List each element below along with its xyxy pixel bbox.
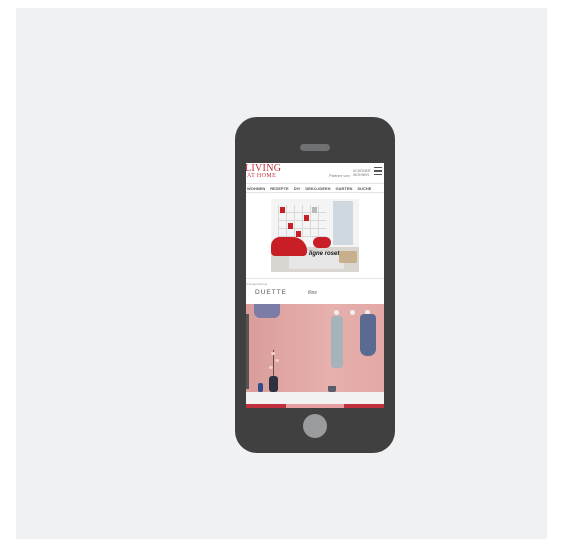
article-hero-image[interactable]	[246, 304, 384, 404]
ad-book	[296, 231, 301, 237]
nav-item-suche[interactable]: SUCHE	[357, 186, 371, 191]
ad-book	[288, 223, 293, 229]
ad-sofa	[271, 237, 307, 256]
photo-bag	[360, 314, 376, 356]
site-header: LIVING AT HOME Partner von SCHÖNER WOHNE…	[246, 163, 384, 183]
ad-armchair	[313, 237, 331, 248]
home-button-icon[interactable]	[303, 414, 327, 438]
canvas: LIVING AT HOME Partner von SCHÖNER WOHNE…	[16, 8, 547, 539]
ad-brand-logo: ligne roset	[309, 251, 340, 257]
ad-brand-duette: DUETTE	[255, 289, 287, 296]
ad-label: Anzeige/Partner	[246, 282, 268, 286]
ad-brand-flow: flow	[308, 290, 317, 296]
photo-vase	[269, 376, 278, 392]
section-divider	[246, 278, 384, 279]
ad-banner-furniture[interactable]: ligne roset	[271, 199, 359, 272]
photo-lamp	[254, 304, 280, 318]
phone-mockup: LIVING AT HOME Partner von SCHÖNER WOHNE…	[235, 117, 395, 453]
ad-book	[280, 207, 285, 213]
menu-icon[interactable]	[374, 167, 382, 176]
ad-side-table	[339, 251, 357, 263]
photo-scarf	[331, 316, 343, 368]
phone-screen: LIVING AT HOME Partner von SCHÖNER WOHNE…	[246, 163, 384, 408]
photo-blossom	[269, 366, 273, 369]
photo-wall-hook	[334, 310, 339, 315]
speaker-icon	[300, 144, 330, 151]
photo-blossom	[275, 359, 279, 362]
nav-item-wohnen[interactable]: WOHNEN	[247, 186, 265, 191]
ad-banner-blinds[interactable]: Anzeige/Partner DUETTE flow	[246, 281, 384, 303]
photo-lamp-arm	[246, 314, 249, 389]
photo-wall-hook	[350, 310, 355, 315]
nav-item-rezepte[interactable]: REZEPTE	[270, 186, 288, 191]
nav-item-deko-ideen[interactable]: DEKO-IDEEN	[305, 186, 330, 191]
bottom-accent-highlight	[286, 404, 344, 408]
ad-window	[333, 201, 353, 245]
nav-item-garten[interactable]: GARTEN	[335, 186, 352, 191]
main-nav: WOHNEN REZEPTE DIY DEKO-IDEEN GARTEN SUC…	[246, 183, 384, 193]
site-logo-subline[interactable]: AT HOME	[247, 173, 276, 180]
partner-label: Partner von	[329, 173, 350, 178]
photo-shelf	[246, 392, 384, 404]
ad-book	[304, 215, 309, 221]
photo-blossom	[271, 352, 275, 355]
ad-book	[312, 207, 317, 213]
nav-item-diy[interactable]: DIY	[294, 186, 301, 191]
partner-logo[interactable]: SCHÖNER WOHNEN	[353, 169, 371, 177]
ad-bookshelf	[278, 205, 326, 237]
photo-small-vase	[258, 383, 263, 392]
